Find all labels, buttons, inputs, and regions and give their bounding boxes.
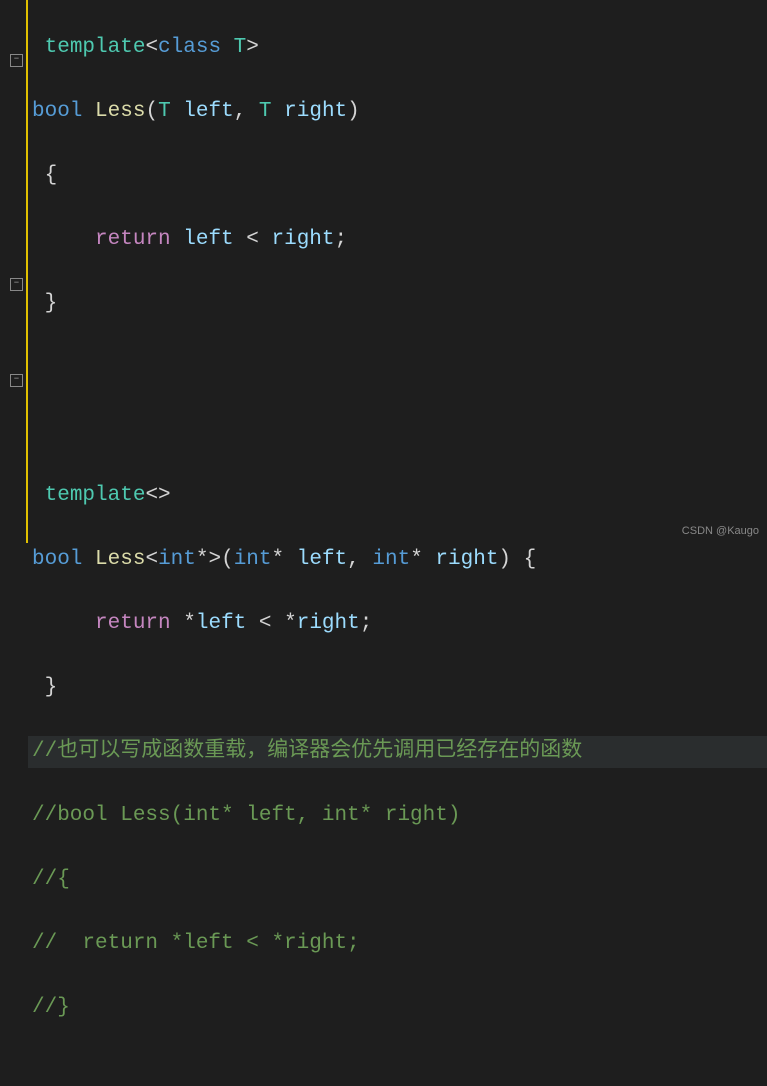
keyword-bool: bool: [32, 548, 82, 571]
code-line: bool Less<int*>(int* left, int* right) {: [32, 544, 767, 576]
identifier: left: [183, 100, 233, 123]
brace: }: [45, 292, 58, 315]
code-line: //bool Less(int* left, int* right): [32, 800, 767, 832]
identifier: right: [284, 100, 347, 123]
identifier: left: [297, 548, 347, 571]
identifier: right: [435, 548, 498, 571]
comment: //bool Less(int* left, int* right): [32, 804, 460, 827]
comment: //也可以写成函数重载，编译器会优先调用已经存在的函数: [32, 740, 582, 763]
identifier: right: [297, 612, 360, 635]
code-line: template<>: [32, 480, 767, 512]
type-param: T: [158, 100, 171, 123]
keyword-template: template: [45, 36, 146, 59]
keyword-return: return: [95, 612, 171, 635]
function-name: Less: [95, 100, 145, 123]
identifier: left: [196, 612, 246, 635]
fold-icon[interactable]: −: [10, 54, 23, 67]
code-line: template<class T>: [32, 32, 767, 64]
code-line: // return *left < *right;: [32, 928, 767, 960]
code-line: bool Less(T left, T right): [32, 96, 767, 128]
code-line: //}: [32, 992, 767, 1024]
code-editor: − − − template<class T> bool Less(T left…: [0, 0, 767, 543]
comment: // return *left < *right;: [32, 932, 360, 955]
identifier: left: [183, 228, 233, 251]
function-name: Less: [95, 548, 145, 571]
keyword-int: int: [158, 548, 196, 571]
code-line: [32, 352, 767, 384]
fold-icon[interactable]: −: [10, 374, 23, 387]
code-line: [32, 416, 767, 448]
watermark: CSDN @Kaugo: [682, 525, 759, 537]
keyword-int: int: [234, 548, 272, 571]
brace: {: [45, 164, 58, 187]
code-area[interactable]: template<class T> bool Less(T left, T ri…: [28, 0, 767, 543]
keyword-template: template: [45, 484, 146, 507]
type-param: T: [234, 36, 247, 59]
code-line: return left < right;: [32, 224, 767, 256]
comment: //}: [32, 996, 70, 1019]
fold-icon[interactable]: −: [10, 278, 23, 291]
keyword-class: class: [158, 36, 221, 59]
code-line: //也可以写成函数重载，编译器会优先调用已经存在的函数: [28, 736, 767, 768]
operator: <: [246, 228, 259, 251]
code-line: {: [32, 160, 767, 192]
keyword-bool: bool: [32, 100, 82, 123]
fold-gutter: − − −: [0, 0, 28, 543]
type-param: T: [259, 100, 272, 123]
identifier: right: [272, 228, 335, 251]
operator: <: [259, 612, 272, 635]
comment: //{: [32, 868, 70, 891]
keyword-return: return: [95, 228, 171, 251]
brace: }: [45, 676, 58, 699]
code-line: }: [32, 288, 767, 320]
keyword-int: int: [372, 548, 410, 571]
code-line: return *left < *right;: [32, 608, 767, 640]
code-line: }: [32, 672, 767, 704]
code-line: //{: [32, 864, 767, 896]
